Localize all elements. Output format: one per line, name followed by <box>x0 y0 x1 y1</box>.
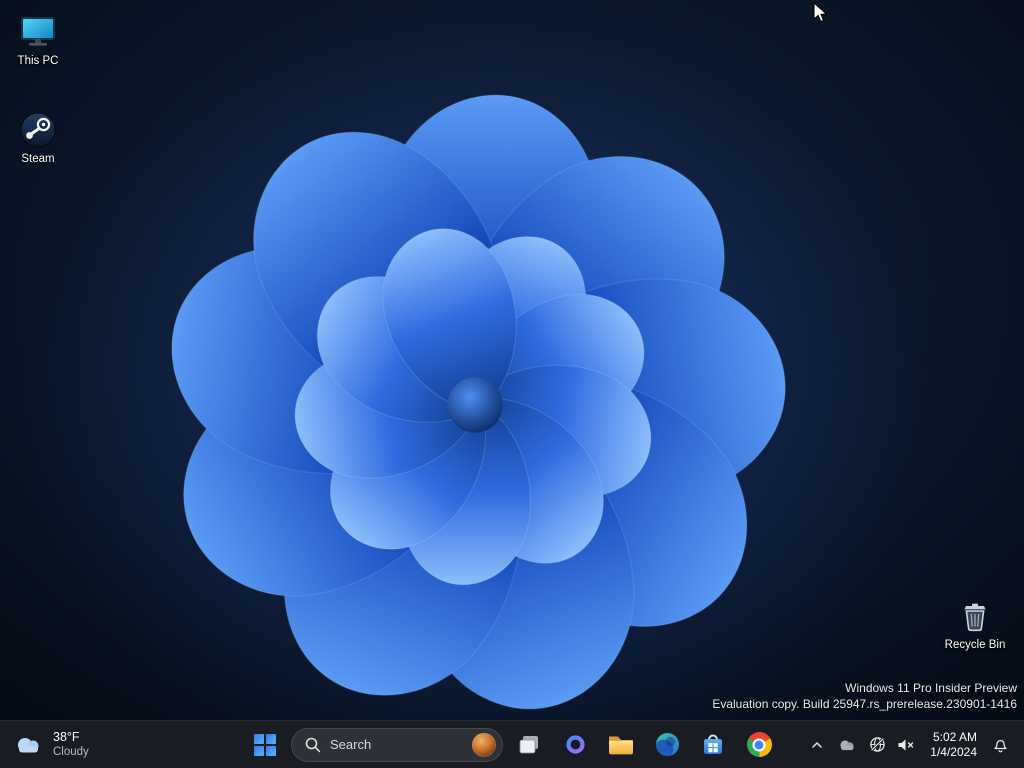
desktop-icon-label: Recycle Bin <box>944 639 1006 651</box>
microsoft-store-button[interactable] <box>693 725 733 765</box>
copilot-button[interactable] <box>555 725 595 765</box>
network-button[interactable] <box>863 727 891 763</box>
chrome-button[interactable] <box>739 725 779 765</box>
weather-text: 38°F Cloudy <box>53 730 89 760</box>
chevron-up-icon <box>812 741 823 748</box>
windows-logo-icon <box>254 733 276 756</box>
clock-time: 5:02 AM <box>932 729 977 744</box>
task-view-button[interactable] <box>509 725 549 765</box>
widgets-weather-button[interactable]: 38°F Cloudy <box>0 723 103 766</box>
clock-date: 1/4/2024 <box>930 744 977 759</box>
evaluation-watermark: Windows 11 Pro Insider Preview Evaluatio… <box>712 680 1017 712</box>
mouse-cursor <box>813 2 828 23</box>
windows-desktop: This PC Steam Recycle Bin Windows 11 Pro… <box>0 0 1024 768</box>
onedrive-button[interactable] <box>832 727 862 763</box>
system-tray: 5:02 AM 1/4/2024 <box>803 721 1024 768</box>
task-view-icon <box>519 735 538 753</box>
microsoft-store-icon <box>704 734 722 754</box>
desktop-icon-recycle-bin[interactable]: Recycle Bin <box>937 592 1013 656</box>
search-icon <box>305 737 321 752</box>
desktop-icon-label: Steam <box>21 153 55 165</box>
desktop-icon-label: This PC <box>17 55 59 67</box>
wallpaper-bloom-image <box>0 0 1024 768</box>
globe-no-internet-icon <box>870 737 885 752</box>
edge-icon <box>655 732 679 757</box>
start-button[interactable] <box>245 725 285 765</box>
cloudy-icon <box>18 737 39 752</box>
this-pc-icon <box>21 17 55 46</box>
desktop-icon-steam[interactable]: Steam <box>0 106 76 170</box>
weather-condition: Cloudy <box>53 745 89 758</box>
desktop-icon-this-pc[interactable]: This PC <box>0 8 76 72</box>
search-placeholder: Search <box>330 737 372 752</box>
notification-center-button[interactable] <box>986 727 1014 763</box>
volume-muted-icon <box>898 738 914 751</box>
taskbar-center: Search <box>245 721 779 768</box>
onedrive-cloud-icon <box>840 739 854 750</box>
watermark-line2: Evaluation copy. Build 25947.rs_prerelea… <box>712 697 1017 711</box>
watermark-line1: Windows 11 Pro Insider Preview <box>845 681 1017 695</box>
steam-icon <box>20 112 56 148</box>
weather-temperature: 38°F <box>53 729 80 744</box>
file-explorer-icon <box>609 736 633 754</box>
clock-button[interactable]: 5:02 AM 1/4/2024 <box>922 730 985 760</box>
notification-bell-icon <box>993 739 1007 753</box>
file-explorer-button[interactable] <box>601 725 641 765</box>
edge-button[interactable] <box>647 725 687 765</box>
chrome-icon-center <box>754 740 764 749</box>
search-daily-image[interactable] <box>472 732 496 757</box>
show-hidden-icons-button[interactable] <box>803 727 831 763</box>
chrome-icon <box>746 732 772 757</box>
volume-button[interactable] <box>892 727 921 763</box>
search-box[interactable]: Search <box>291 727 503 762</box>
taskbar: 38°F Cloudy Search 5:02 AM 1/4/2024 <box>0 720 1024 768</box>
recycle-bin-icon <box>964 603 986 632</box>
copilot-icon <box>563 732 587 757</box>
